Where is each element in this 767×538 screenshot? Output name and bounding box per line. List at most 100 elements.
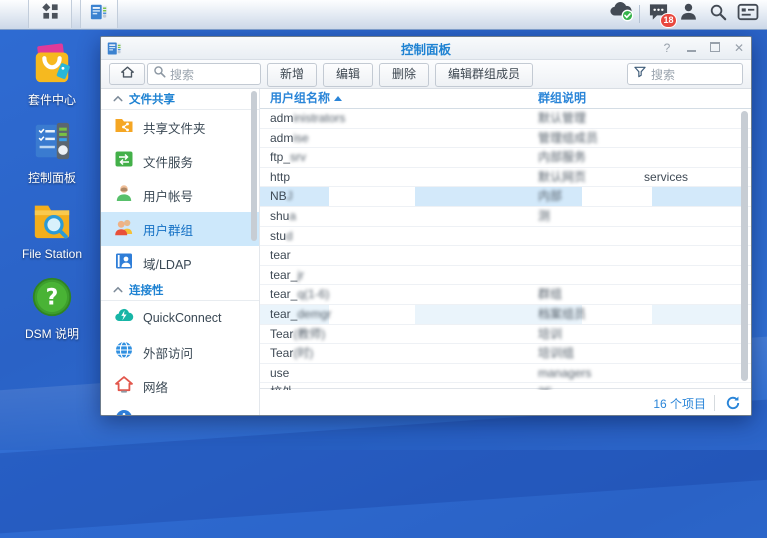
group-name-cell: NBJ (270, 187, 293, 206)
help-button[interactable]: ? (661, 42, 673, 54)
external-access-icon (114, 340, 134, 365)
group-desc-cell: 内部 (538, 187, 562, 206)
main-menu-button[interactable] (28, 0, 72, 28)
desktop-icon-file-station[interactable]: File Station (8, 198, 96, 261)
sidebar-item-user-group[interactable]: 用户群组 (101, 212, 259, 246)
sidebar-item-label: 文件服务 (143, 152, 193, 171)
redaction-patch (329, 187, 415, 206)
maximize-icon (710, 42, 720, 52)
user-account-icon (114, 183, 134, 208)
table-row[interactable]: ftp_srv内部服务 (260, 148, 751, 168)
cloud-sync-button[interactable] (606, 0, 636, 28)
minimize-icon (687, 50, 696, 52)
sidebar-item-shared-folder[interactable]: 共享文件夹 (101, 110, 259, 144)
close-button[interactable]: ✕ (733, 42, 745, 54)
group-desc-cell: 测 (538, 207, 550, 226)
delete-button[interactable]: 删除 (379, 63, 429, 87)
sort-asc-icon (334, 96, 342, 101)
minimize-button[interactable] (685, 42, 697, 54)
group-desc-cell: 默认网页services (538, 168, 688, 187)
section-header-connectivity[interactable]: 连接性 (101, 280, 259, 301)
home-button[interactable] (109, 63, 145, 85)
add-button[interactable]: 新增 (267, 63, 317, 87)
control-panel-sidebar: 文件共享共享文件夹文件服务用户帐号用户群组域/LDAP连接性QuickConne… (101, 89, 260, 416)
pilot-view-button[interactable] (733, 0, 763, 28)
sidebar-item-network[interactable]: 网络 (101, 369, 259, 403)
window-titlebar[interactable]: 控制面板 ? ✕ (101, 37, 751, 60)
sidebar-item-label: 用户群组 (143, 220, 193, 239)
edit-button[interactable]: 编辑 (323, 63, 373, 87)
chevron-up-icon (113, 284, 123, 296)
group-desc-cell: 默认管理 (538, 109, 586, 128)
taskbar-control-panel-button[interactable] (80, 0, 118, 28)
table-row[interactable]: http默认网页services (260, 168, 751, 188)
redaction-patch (582, 305, 652, 324)
sidebar-item-quickconnect[interactable]: QuickConnect (101, 301, 259, 335)
sidebar-item-label: 用户帐号 (143, 186, 193, 205)
table-row[interactable]: shua测 (260, 207, 751, 227)
dsm-help-icon: ? (28, 276, 76, 318)
desktop-icon-label: File Station (8, 247, 96, 261)
sidebar-item-label: 共享文件夹 (143, 118, 206, 137)
sidebar-item-label: DHCP Server (143, 413, 218, 416)
filter-search-input[interactable]: 搜索 (627, 63, 743, 85)
maximize-button[interactable] (709, 42, 721, 54)
desktop-icon-dsm-help[interactable]: ? DSM 说明 (8, 276, 96, 342)
table-row[interactable]: Tear(时)培训组 (260, 344, 751, 364)
table-row[interactable]: tear_demgr档案组员 (260, 305, 751, 325)
table-row[interactable]: stud (260, 227, 751, 247)
sidebar-item-user-account[interactable]: 用户帐号 (101, 178, 259, 212)
sidebar-scrollbar[interactable] (251, 91, 257, 241)
desktop-icon-control-panel[interactable]: 控制面板 (8, 120, 96, 186)
sidebar-item-domain-ldap[interactable]: 域/LDAP (101, 246, 259, 280)
section-header-file-sharing[interactable]: 文件共享 (101, 89, 259, 110)
table-header: 用户组名称 群组说明 (260, 89, 751, 109)
taskbar-tray: 18 (606, 0, 763, 28)
group-name-cell: Tear(时) (270, 344, 313, 363)
sidebar-item-dhcp-server[interactable]: DHCP Server (101, 403, 259, 416)
edit-group-members-button[interactable]: 编辑群组成员 (435, 63, 533, 87)
desktop-icon-label: DSM 说明 (8, 325, 96, 342)
network-icon (114, 374, 134, 399)
group-name-cell: tear_q(1-6) (270, 285, 329, 304)
column-header-group-name[interactable]: 用户组名称 (270, 89, 342, 106)
control-panel-window: 控制面板 ? ✕ 搜索 新增编辑删除编辑群组成员 搜索 文件共享共享文件夹文件服… (100, 36, 752, 416)
redaction-patch (329, 305, 415, 324)
table-row[interactable]: administrators默认管理 (260, 109, 751, 129)
group-desc-cell: 2F (538, 383, 552, 390)
search-placeholder: 搜索 (170, 66, 194, 83)
column-header-group-desc[interactable]: 群组说明 (538, 89, 586, 106)
group-name-cell: tear (270, 246, 291, 265)
desktop-icon-label: 套件中心 (8, 91, 96, 108)
control-panel-icon (90, 3, 108, 26)
user-button[interactable] (673, 0, 703, 28)
table-row[interactable]: admise管理组成员 (260, 129, 751, 149)
group-desc-cell: 档案组员 (538, 305, 586, 324)
sidebar-item-label: 外部访问 (143, 343, 193, 362)
refresh-button[interactable] (723, 393, 743, 413)
table-row[interactable]: tear_q(1-6)群组 (260, 285, 751, 305)
table-row[interactable]: tear (260, 246, 751, 266)
taskbar: 18 (0, 0, 767, 30)
main-menu-icon (41, 2, 60, 26)
cloud-sync-icon (608, 0, 635, 28)
table-row[interactable]: usemanagers (260, 364, 751, 384)
table-row[interactable]: Tear(教师)培训 (260, 325, 751, 345)
pilot-view-icon (737, 3, 759, 26)
notifications-button[interactable]: 18 (643, 0, 673, 28)
table-row[interactable]: NBJ 内部 (260, 187, 751, 207)
sidebar-search-input[interactable]: 搜索 (147, 63, 261, 85)
sidebar-item-external-access[interactable]: 外部访问 (101, 335, 259, 369)
tray-divider (639, 5, 640, 23)
search-button[interactable] (703, 0, 733, 28)
sidebar-item-file-services[interactable]: 文件服务 (101, 144, 259, 178)
table-scrollbar[interactable] (741, 111, 748, 381)
file-station-icon (28, 198, 76, 240)
redaction-patch (582, 187, 652, 206)
table-row[interactable]: tear_jr (260, 266, 751, 286)
window-title: 控制面板 (101, 39, 751, 58)
group-name-cell: admise (270, 129, 309, 148)
desktop-icon-package-center[interactable]: 套件中心 (8, 42, 96, 108)
desktop-icon-label: 控制面板 (8, 169, 96, 186)
file-services-icon (114, 149, 134, 174)
